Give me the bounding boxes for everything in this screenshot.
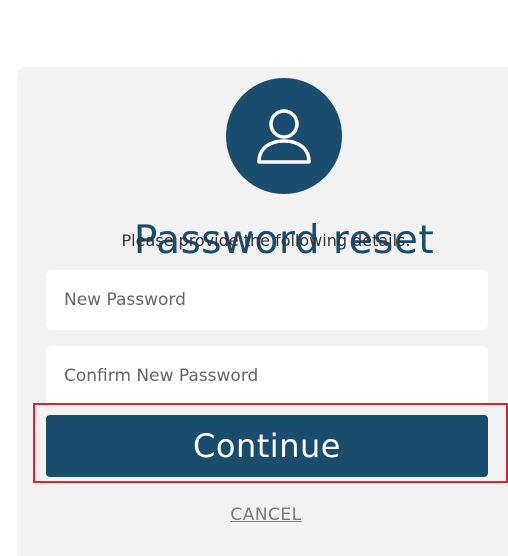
new-password-input[interactable]: [46, 270, 488, 330]
cancel-link[interactable]: CANCEL: [0, 505, 508, 525]
form-instructions: Please provide the following details.: [121, 231, 411, 250]
confirm-password-input[interactable]: [46, 346, 488, 406]
user-icon-glyph: [257, 109, 311, 164]
user-icon: [226, 78, 342, 194]
page: Password reset Please provide the follow…: [0, 0, 508, 556]
continue-button[interactable]: Continue: [46, 415, 488, 477]
